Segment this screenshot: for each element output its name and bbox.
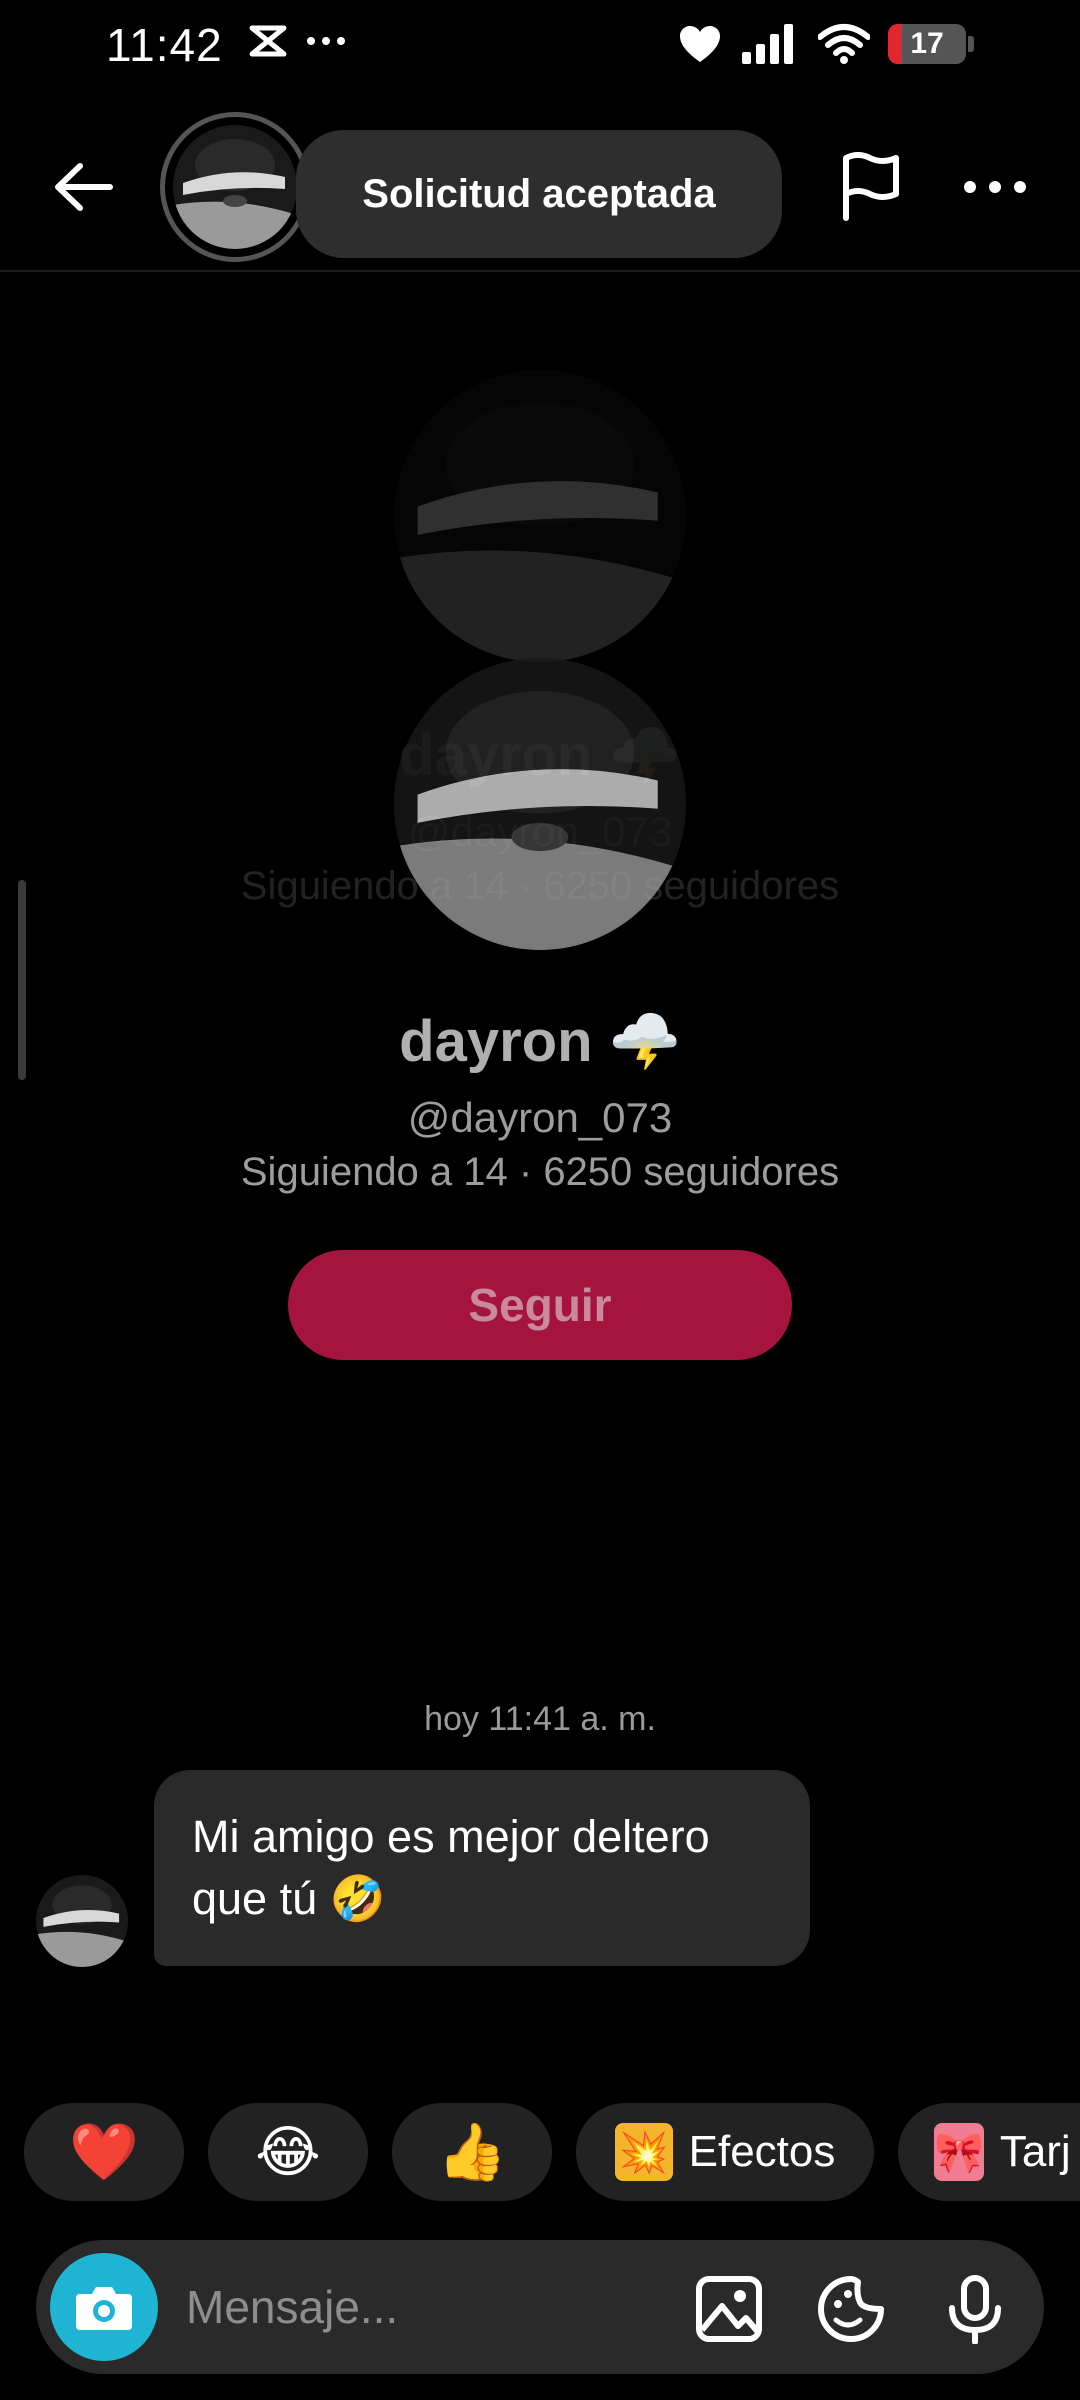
effects-label: Efectos (688, 2127, 836, 2176)
message-timestamp: hoy 11:41 a. m. (424, 1700, 656, 1738)
cards-chip[interactable]: 🎀 Tarj (898, 2103, 1080, 2201)
camera-button[interactable] (50, 2253, 158, 2361)
laughing-emoji: 😂 (255, 2120, 321, 2183)
message-input-bar: Mensaje... (36, 2240, 1044, 2374)
message-input[interactable]: Mensaje... (186, 2280, 398, 2334)
effects-chip[interactable]: 💥 Efectos (576, 2103, 874, 2201)
profile-name-text: dayron (399, 1009, 593, 1074)
sticker-icon[interactable] (816, 2274, 886, 2344)
quick-reply-bar: ❤️ 😂 👍 💥 Efectos 🎀 Tarj (24, 2103, 1080, 2201)
heart-emoji: ❤️ (69, 2120, 139, 2183)
camera-icon (76, 2287, 132, 2330)
message-sender-avatar[interactable] (36, 1875, 128, 1967)
ribbon-icon: 🎀 (934, 2123, 984, 2181)
thumbs-up-emoji: 👍 (437, 2120, 507, 2183)
chat-screen: 11:42 17 Solicitud aceptada Siguiendo se… (0, 0, 1080, 2400)
message-text-line2: que tú 🤣 (192, 1873, 386, 1924)
quick-reply-heart[interactable]: ❤️ (24, 2103, 184, 2201)
quick-reply-thumbs-up[interactable]: 👍 (392, 2103, 552, 2201)
profile-stats: Siguiendo a 14 · 6250 seguidores (240, 1150, 840, 1194)
profile-handle: @dayron_073 (407, 1094, 673, 1141)
message-text-line1: Mi amigo es mejor deltero (192, 1811, 710, 1862)
quick-reply-laugh[interactable]: 😂 (208, 2103, 368, 2201)
cards-label: Tarj (999, 2127, 1071, 2176)
profile-avatar-ghost (394, 370, 686, 662)
microphone-icon[interactable] (940, 2274, 1010, 2344)
effects-icon: 💥 (614, 2123, 673, 2181)
message-bubble[interactable]: Mi amigo es mejor deltero que tú 🤣 (154, 1770, 810, 1966)
gallery-icon[interactable] (694, 2274, 764, 2344)
profile-name: dayron 🌩️ (0, 1008, 1080, 1076)
storm-cloud-emoji: 🌩️ (608, 1009, 681, 1074)
follow-button[interactable]: Seguir (288, 1250, 792, 1360)
profile-avatar[interactable] (394, 658, 686, 950)
